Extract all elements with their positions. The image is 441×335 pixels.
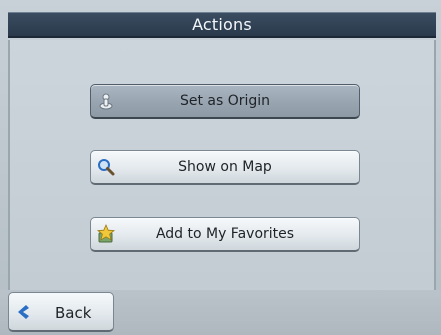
add-to-my-favorites-button[interactable]: Add to My Favorites bbox=[90, 217, 360, 252]
back-label: Back bbox=[55, 304, 92, 322]
show-on-map-label: Show on Map bbox=[178, 159, 272, 175]
page-title: Actions bbox=[192, 15, 252, 34]
set-as-origin-button[interactable]: Set as Origin bbox=[90, 84, 360, 119]
title-bar: Actions bbox=[8, 12, 436, 38]
origin-person-icon bbox=[96, 91, 116, 111]
actions-screen: Actions Set as Origin Show on Map Add to… bbox=[0, 0, 441, 335]
add-to-my-favorites-label: Add to My Favorites bbox=[155, 226, 295, 242]
magnifier-icon bbox=[96, 157, 116, 177]
show-on-map-button[interactable]: Show on Map bbox=[90, 150, 360, 185]
back-arrow-icon bbox=[16, 304, 30, 320]
favorites-star-icon bbox=[96, 224, 116, 244]
set-as-origin-label: Set as Origin bbox=[179, 93, 271, 109]
back-button[interactable]: Back bbox=[8, 292, 114, 332]
